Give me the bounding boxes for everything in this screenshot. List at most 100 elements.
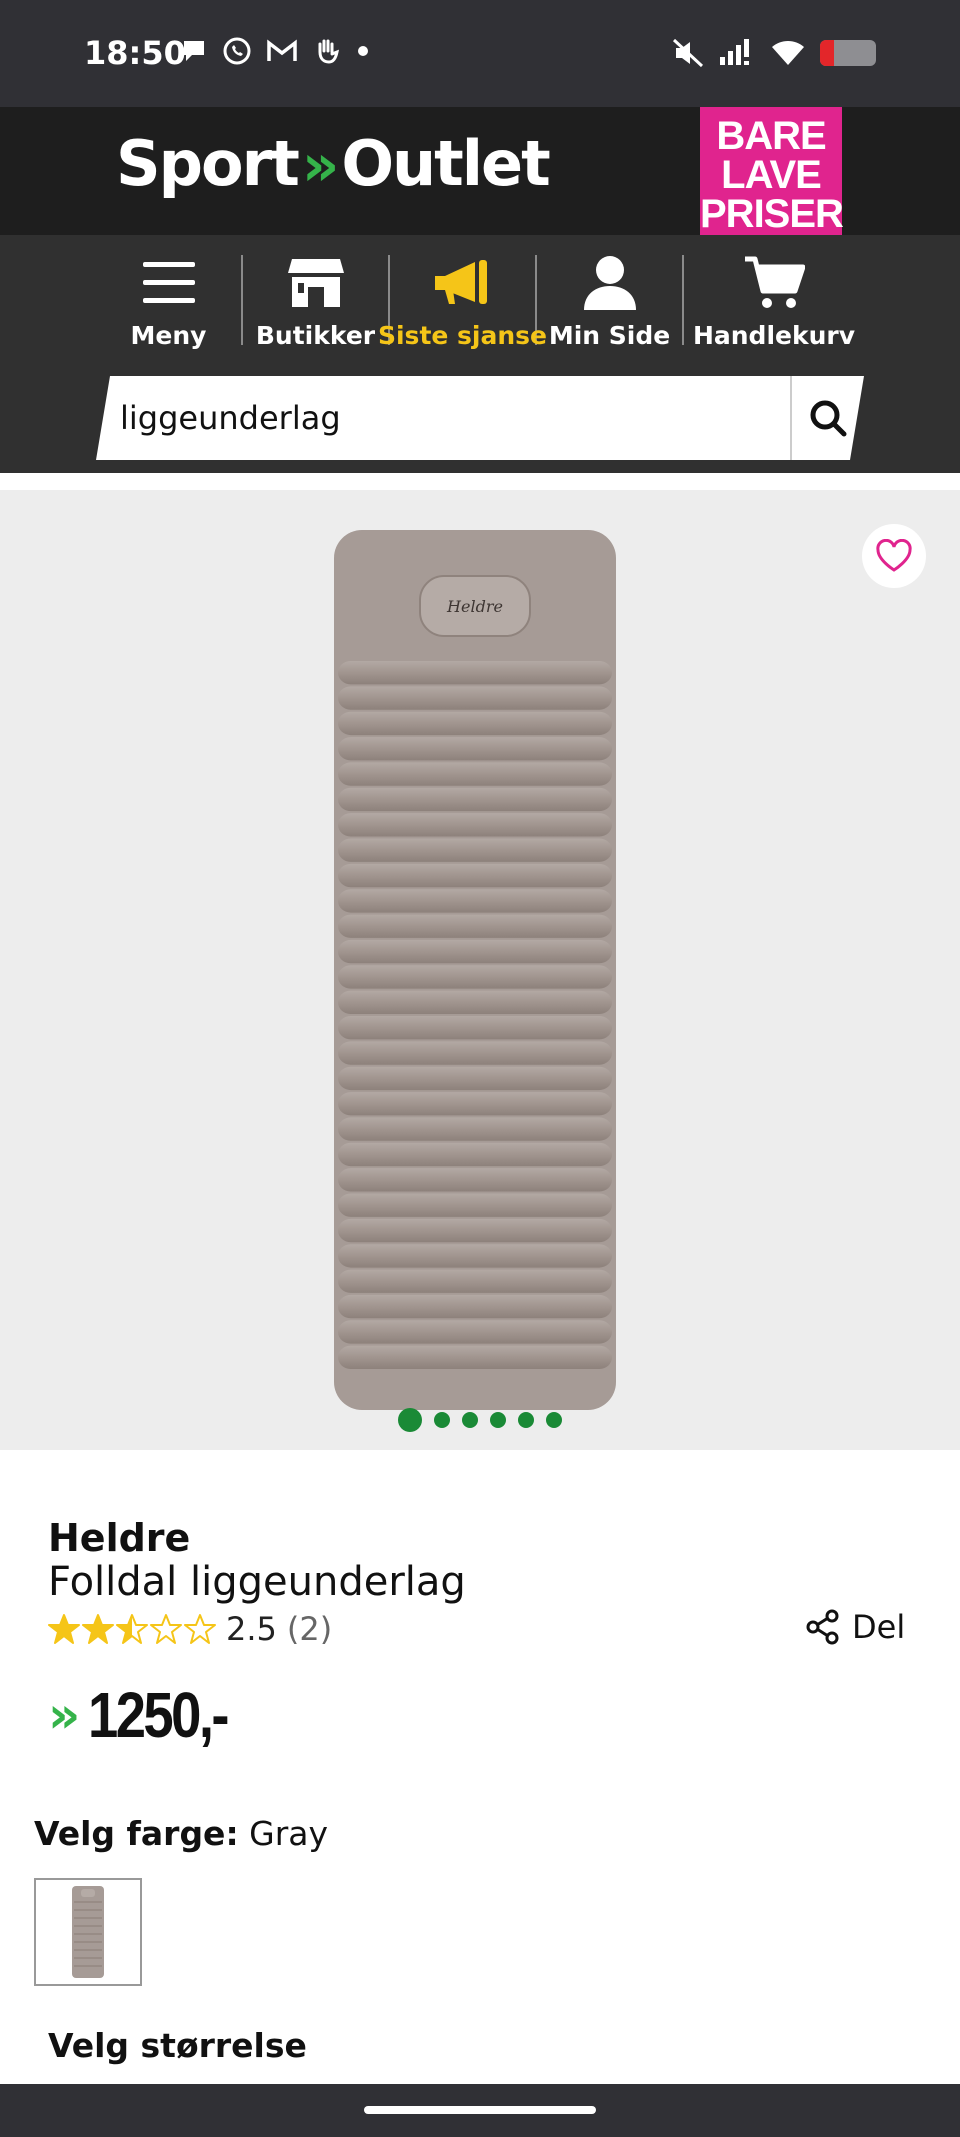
gallery-dot[interactable] — [462, 1412, 478, 1428]
mat-rib — [338, 1294, 612, 1319]
megaphone-icon — [428, 253, 498, 313]
system-icons — [672, 38, 876, 68]
main-nav: Meny Butikker Siste sjanse Min Side Hand… — [0, 235, 960, 363]
mat-rib — [338, 661, 612, 685]
mat-rib — [338, 1016, 612, 1040]
signal-icon — [720, 39, 749, 65]
review-count: (2) — [286, 1610, 333, 1648]
hamburger-icon — [134, 253, 204, 313]
star-icon — [184, 1614, 216, 1644]
color-swatch[interactable] — [34, 1878, 142, 1986]
mat-rib — [338, 889, 612, 913]
promo-line: BARE — [716, 114, 826, 158]
share-label: Del — [852, 1608, 906, 1646]
search-box — [96, 376, 864, 460]
hand-icon — [318, 39, 340, 64]
promo-line: PRISER — [700, 192, 844, 236]
product-rating[interactable]: 2.5 (2) — [48, 1610, 332, 1648]
gallery-dot[interactable] — [546, 1412, 562, 1428]
mat-rib — [338, 965, 612, 989]
promo-badge: BARE LAVE PRISER — [700, 107, 844, 247]
promo-line: LAVE — [721, 153, 822, 197]
nav-item-menu[interactable]: Meny — [96, 235, 241, 363]
mat-rib — [338, 1244, 612, 1268]
mat-rib — [338, 1117, 612, 1141]
nav-item-label: Min Side — [548, 321, 671, 350]
nav-item-label: Butikker — [255, 321, 376, 350]
site-logo[interactable]: Sport»Outlet — [116, 127, 551, 200]
battery-icon — [820, 40, 876, 66]
mat-brand-mark: Heldre — [446, 597, 503, 616]
logo-chevron: » — [301, 131, 339, 199]
gallery-dot[interactable] — [490, 1412, 506, 1428]
gmail-icon — [267, 39, 297, 61]
nav-item-last-chance[interactable]: Siste sjanse — [378, 235, 547, 363]
star-icon — [116, 1614, 148, 1644]
search-button[interactable] — [790, 376, 864, 460]
mat-rib — [338, 1218, 612, 1243]
mat-rib — [338, 787, 612, 812]
search-icon — [808, 398, 848, 438]
nav-item-cart[interactable]: Handlekurv — [684, 235, 864, 363]
nav-item-label: Meny — [130, 321, 207, 350]
site-header: Sport»Outlet BARE LAVE PRISER — [0, 107, 960, 247]
star-icon — [150, 1614, 182, 1644]
favorite-button[interactable] — [862, 524, 926, 588]
gallery-dots — [0, 1408, 960, 1432]
color-selector-label: Velg farge: Gray — [34, 1814, 328, 1853]
color-label-title: Velg farge: — [34, 1814, 239, 1853]
search-bar — [0, 363, 960, 473]
mat-rib — [338, 762, 612, 786]
rating-value: 2.5 — [226, 1610, 277, 1648]
nav-item-my-page[interactable]: Min Side — [537, 235, 682, 363]
product-brand[interactable]: Heldre — [48, 1516, 190, 1560]
mat-rib — [338, 1193, 612, 1217]
mat-rib — [338, 813, 612, 837]
selected-color: Gray — [249, 1814, 329, 1853]
system-nav-bar — [0, 2084, 960, 2137]
mat-rib — [338, 939, 612, 964]
mat-rib — [338, 838, 612, 862]
store-icon — [281, 253, 351, 313]
battery-level — [820, 40, 834, 66]
mute-icon — [672, 38, 704, 68]
gallery-dot[interactable] — [518, 1412, 534, 1428]
mat-rib — [338, 1168, 612, 1192]
mat-rib — [338, 1092, 612, 1116]
star-icon — [48, 1614, 80, 1644]
gallery-dot[interactable] — [398, 1408, 422, 1432]
mat-rib — [338, 1066, 612, 1091]
chat-bubble-icon — [184, 41, 204, 61]
wifi-icon — [772, 41, 804, 65]
product-price: » 1250,- — [48, 1678, 252, 1752]
product-name: Folldal liggeunderlag — [48, 1559, 466, 1605]
mat-rib — [338, 711, 612, 736]
star-icon — [82, 1614, 114, 1644]
product-image: Heldre — [334, 530, 616, 1410]
mat-rib — [338, 1041, 612, 1065]
size-selector-label: Velg størrelse — [48, 2026, 307, 2065]
rating-stars — [48, 1613, 216, 1645]
logo-text-right: Outlet — [341, 127, 550, 200]
mat-rib — [338, 686, 612, 710]
product-gallery[interactable]: Heldre — [0, 490, 960, 1450]
mat-rib — [338, 1345, 612, 1369]
mat-rib — [338, 863, 612, 888]
share-button[interactable]: Del — [806, 1608, 905, 1646]
search-input[interactable] — [120, 376, 780, 460]
home-indicator[interactable] — [364, 2106, 596, 2114]
nav-item-stores[interactable]: Butikker — [243, 235, 388, 363]
mat-rib — [338, 737, 612, 761]
mat-rib — [338, 914, 612, 938]
heart-icon — [876, 539, 912, 572]
dot-icon — [358, 46, 368, 56]
nav-item-label: Handlekurv — [692, 321, 856, 350]
share-icon — [806, 1609, 839, 1645]
mat-rib — [338, 1269, 612, 1293]
status-time: 18:50 — [84, 34, 186, 72]
notification-icons — [180, 36, 370, 66]
cart-icon — [739, 253, 809, 313]
gallery-dot[interactable] — [434, 1412, 450, 1428]
mat-rib — [338, 1320, 612, 1344]
status-bar: 18:50 — [0, 0, 960, 107]
